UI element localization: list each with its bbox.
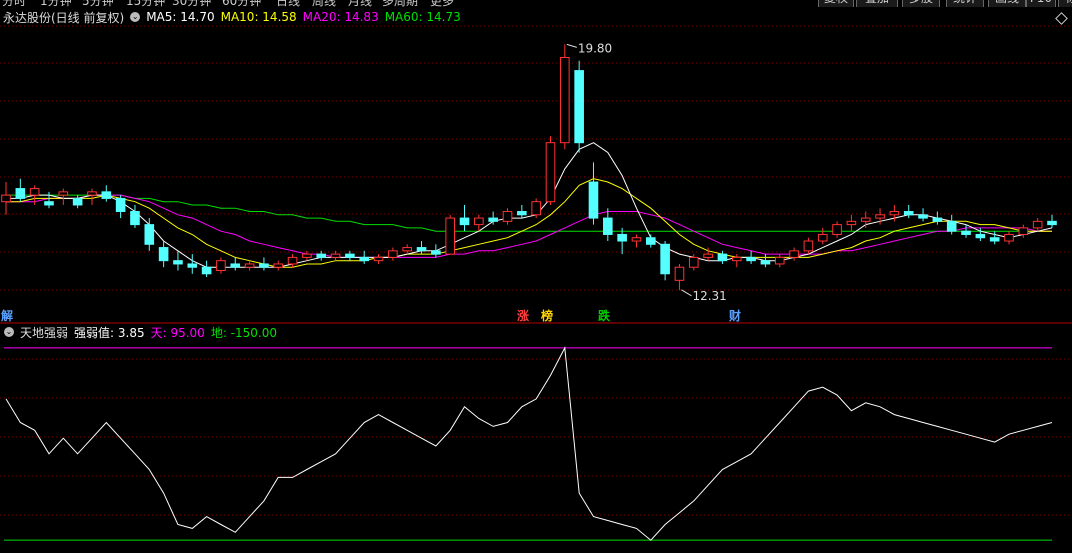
candle-body-44: [631, 237, 642, 242]
candle-body-72: [1032, 220, 1043, 229]
candle-body-4: [58, 191, 69, 196]
candle-body-7: [101, 191, 112, 199]
candle-body-5: [72, 197, 83, 206]
candle-body-1: [15, 188, 26, 199]
candle-body-41: [588, 181, 599, 219]
candle-body-39: [560, 56, 570, 144]
candle-body-37: [531, 201, 541, 216]
candle-body-22: [316, 253, 327, 258]
candle-body-54: [774, 256, 785, 265]
candle-body-28: [402, 247, 413, 252]
candle-body-53: [760, 260, 771, 265]
candle-body-6: [87, 191, 97, 196]
candle-body-15: [216, 260, 226, 272]
candle-body-49: [703, 253, 713, 258]
high-price-label: 19.80: [578, 41, 612, 55]
candle-body-73: [1047, 220, 1057, 226]
candle-body-10: [144, 224, 155, 245]
candle-body-64: [918, 214, 928, 219]
candle-body-42: [603, 217, 613, 235]
candle-body-16: [230, 263, 241, 268]
candle-body-30: [431, 250, 441, 255]
candle-body-27: [388, 250, 398, 258]
candle-body-25: [359, 256, 370, 262]
strength-line: [5, 346, 1053, 541]
candle-body-63: [903, 211, 914, 216]
candle-body-47: [674, 266, 685, 281]
candle-body-33: [474, 217, 484, 226]
candle-body-36: [517, 211, 527, 216]
candle-body-14: [201, 266, 212, 275]
low-pointer: [681, 289, 692, 297]
candle-body-32: [459, 217, 470, 226]
candle-body-9: [130, 211, 140, 226]
candle-body-52: [746, 256, 756, 262]
candle-body-57: [817, 233, 828, 242]
candle-body-48: [688, 256, 699, 268]
candle-body-50: [717, 253, 728, 262]
candle-body-55: [789, 250, 799, 258]
candle-body-51: [731, 256, 742, 262]
candle-body-68: [975, 233, 986, 239]
low-price-label: 12.31: [692, 289, 726, 303]
candle-body-60: [860, 217, 871, 222]
candle-body-18: [259, 263, 269, 268]
candle-body-67: [961, 230, 971, 235]
candle-body-24: [345, 253, 355, 258]
candle-body-46: [660, 243, 670, 275]
candle-body-12: [173, 260, 183, 265]
candle-body-29: [416, 247, 427, 252]
candle-body-38: [545, 142, 556, 203]
candle-body-56: [803, 240, 814, 252]
candle-body-13: [187, 263, 198, 268]
candle-body-26: [373, 256, 384, 262]
candle-body-70: [1004, 233, 1014, 242]
candle-body-45: [645, 237, 656, 245]
candle-body-2: [29, 188, 40, 196]
candle-body-23: [330, 253, 341, 258]
high-pointer: [566, 43, 577, 48]
kline-chart-canvas[interactable]: 19.80 12.31: [0, 0, 1072, 553]
candle-body-31: [445, 217, 455, 255]
candle-body-20: [287, 256, 298, 265]
candle-body-3: [44, 201, 54, 206]
candle-body-71: [1018, 227, 1029, 235]
candle-body-61: [875, 214, 885, 219]
candle-body-65: [932, 217, 943, 222]
candle-body-40: [574, 70, 584, 144]
candle-body-34: [488, 217, 498, 222]
candle-body-0: [1, 194, 11, 203]
candle-body-19: [273, 263, 284, 268]
candle-body-11: [158, 247, 169, 262]
candle-body-58: [832, 224, 842, 235]
candle-body-66: [946, 220, 957, 232]
candle-body-35: [502, 211, 513, 222]
candle-body-43: [617, 233, 627, 242]
candle-body-59: [846, 220, 857, 226]
candle-body-69: [989, 237, 1000, 242]
candle-body-8: [115, 197, 126, 213]
candle-body-17: [244, 263, 255, 268]
candle-body-62: [889, 211, 900, 216]
candle-body-21: [302, 253, 312, 258]
